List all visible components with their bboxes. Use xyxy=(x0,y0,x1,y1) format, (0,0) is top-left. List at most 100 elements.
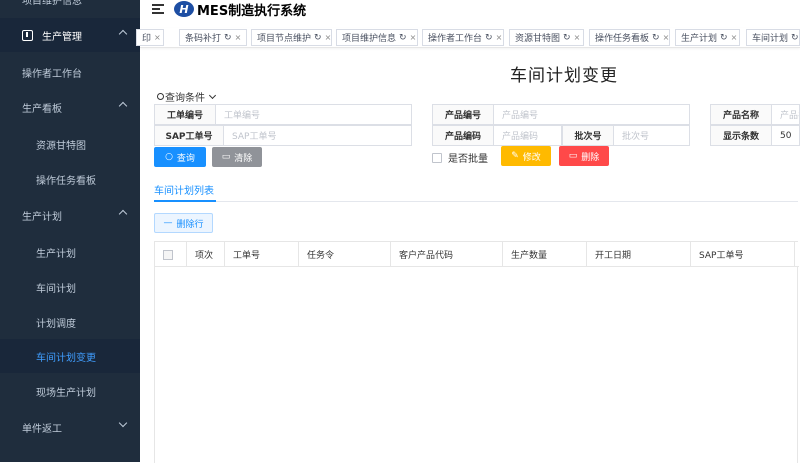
refresh-icon[interactable]: ↻ xyxy=(791,33,799,43)
refresh-icon[interactable]: ↻ xyxy=(563,33,571,43)
select-all-cell xyxy=(155,242,187,267)
tag-production-plan[interactable]: 生产计划 ↻ × xyxy=(675,29,740,46)
page-title: 车间计划变更 xyxy=(510,66,618,86)
order-no-label: 工单编号 xyxy=(154,104,216,125)
sidebar-item-workshop-plan[interactable]: 车间计划 xyxy=(0,270,140,304)
tag-project-info[interactable]: 项目维护信息 ↻ × xyxy=(336,29,418,46)
tags-view: 印 × 条码补打 ↻ × 项目节点维护 ↻ × 项目维护信息 ↻ × 操作者工作… xyxy=(136,28,800,48)
grid-icon xyxy=(22,29,33,41)
chevron-up-icon xyxy=(118,209,128,219)
plan-table: 项次 工单号 任务令 客户产品代码 生产数量 开工日期 SAP工单号 xyxy=(154,241,799,463)
sidebar-item-plan-scheduling[interactable]: 计划调度 xyxy=(0,305,140,339)
checkbox-box[interactable] xyxy=(432,152,442,163)
minus-icon: — xyxy=(163,218,173,228)
column-header[interactable]: 项次 xyxy=(187,242,225,267)
tag-workshop-plan[interactable]: 车间计划 ↻ xyxy=(746,29,800,46)
menu-toggle-icon[interactable] xyxy=(152,4,164,14)
sidebar-item-resource-gantt[interactable]: 资源甘特图 xyxy=(0,127,140,161)
close-icon[interactable]: × xyxy=(663,33,669,42)
product-name-input[interactable]: 产品名称 xyxy=(772,104,800,125)
display-count-label: 显示条数 xyxy=(710,125,772,146)
tag-project-node[interactable]: 项目节点维护 ↻ × xyxy=(251,29,332,46)
refresh-icon[interactable]: ↻ xyxy=(485,33,493,43)
sidebar-item-operator-workbench[interactable]: 操作者工作台 xyxy=(0,55,140,89)
sidebar-item-label: 生产管理 xyxy=(42,31,82,43)
column-header[interactable]: 客户产品代码 xyxy=(391,242,503,267)
product-no-label: 产品编号 xyxy=(432,104,494,125)
sidebar-item-task-board[interactable]: 操作任务看板 xyxy=(0,162,140,196)
sidebar-item-partial[interactable]: 项目维护信息 xyxy=(0,0,140,10)
tab-workshop-plan-list[interactable]: 车间计划列表 xyxy=(154,182,216,202)
clear-button[interactable]: ▭ 清除 xyxy=(212,147,262,167)
query-toggle-label: 查询条件 xyxy=(165,93,205,104)
app-title: MES制造执行系统 xyxy=(197,3,307,19)
column-header[interactable]: 任务令 xyxy=(299,242,391,267)
tag-label: 印 xyxy=(142,34,152,44)
sidebar-item-label: 车间计划变更 xyxy=(36,352,96,364)
tag-partial[interactable]: 印 × xyxy=(136,29,164,46)
sidebar-item-label: 生产计划 xyxy=(22,211,62,223)
tag-barcode-reprint[interactable]: 条码补打 ↻ × xyxy=(179,29,247,46)
table-header: 项次 工单号 任务令 客户产品代码 生产数量 开工日期 SAP工单号 xyxy=(155,242,799,267)
product-no-input[interactable]: 产品编号 xyxy=(494,104,690,125)
sidebar-item-production-management[interactable]: 生产管理 xyxy=(0,18,140,52)
sidebar-item-production-board[interactable]: 生产看板 xyxy=(0,90,140,124)
tag-label: 操作任务看板 xyxy=(595,34,650,44)
close-icon[interactable]: × xyxy=(731,33,738,42)
close-icon[interactable]: × xyxy=(235,33,242,42)
tag-label: 项目维护信息 xyxy=(342,34,397,44)
tag-resource-gantt[interactable]: 资源甘特图 ↻ × xyxy=(509,29,584,46)
product-code-label: 产品编码 xyxy=(432,125,494,146)
select-all-checkbox[interactable] xyxy=(163,249,173,260)
chevron-up-icon xyxy=(118,29,128,39)
refresh-icon[interactable]: ↻ xyxy=(224,33,232,43)
app-logo: H MES制造执行系统 xyxy=(174,0,307,19)
query-button-label: 查询 xyxy=(176,153,195,164)
delete-row-button[interactable]: — 删除行 xyxy=(154,213,213,233)
refresh-icon[interactable]: ↻ xyxy=(720,33,728,43)
tag-label: 操作者工作台 xyxy=(428,34,483,44)
refresh-icon[interactable]: ↻ xyxy=(652,33,660,43)
batch-no-input[interactable]: 批次号 xyxy=(614,125,690,146)
sidebar-item-label: 生产计划 xyxy=(36,248,76,260)
display-count-input[interactable]: 50 xyxy=(772,125,800,146)
tag-label: 资源甘特图 xyxy=(515,34,561,44)
delete-button[interactable]: ▭ 删除 xyxy=(559,146,609,166)
sap-order-input[interactable]: SAP工单号 xyxy=(224,125,412,146)
refresh-icon[interactable]: ↻ xyxy=(399,33,407,43)
tag-operator-workbench[interactable]: 操作者工作台 ↻ × xyxy=(422,29,504,46)
batch-checkbox-label: 是否批量 xyxy=(448,154,488,165)
sidebar-item-label: 操作者工作台 xyxy=(22,68,82,80)
sidebar-item-label: 操作任务看板 xyxy=(36,175,96,187)
search-icon xyxy=(157,93,164,100)
close-icon[interactable]: × xyxy=(496,33,503,42)
tag-label: 车间计划 xyxy=(752,34,789,44)
sidebar-item-production-plan-group[interactable]: 生产计划 xyxy=(0,198,140,232)
query-toggle[interactable]: 查询条件 xyxy=(157,89,217,104)
order-no-input[interactable]: 工单编号 xyxy=(216,104,412,125)
column-header[interactable]: 工单号 xyxy=(225,242,299,267)
sidebar-item-onsite-plan[interactable]: 现场生产计划 xyxy=(0,374,140,408)
close-icon[interactable]: × xyxy=(325,33,331,42)
column-header[interactable]: SAP工单号 xyxy=(691,242,795,267)
trash-icon: ▭ xyxy=(221,152,231,162)
product-code-input[interactable]: 产品编码 xyxy=(494,125,562,146)
clear-button-label: 清除 xyxy=(234,153,253,164)
query-button[interactable]: ○ 查询 xyxy=(154,147,206,167)
sidebar-item-label: 单件返工 xyxy=(22,423,62,435)
refresh-icon[interactable]: ↻ xyxy=(314,33,322,43)
sidebar-item-single-rework[interactable]: 单件返工 xyxy=(0,410,140,444)
edit-button-label: 修改 xyxy=(522,152,541,163)
tag-label: 条码补打 xyxy=(185,34,222,44)
close-icon[interactable]: × xyxy=(154,33,161,42)
column-header[interactable]: 生产数量 xyxy=(503,242,587,267)
sidebar-item-label: 计划调度 xyxy=(36,318,76,330)
batch-checkbox[interactable]: 是否批量 xyxy=(432,150,488,165)
sidebar-item-workshop-plan-change[interactable]: 车间计划变更 xyxy=(0,339,140,373)
tag-task-board[interactable]: 操作任务看板 ↻ × xyxy=(589,29,670,46)
column-header[interactable]: 开工日期 xyxy=(587,242,691,267)
close-icon[interactable]: × xyxy=(574,33,581,42)
edit-button[interactable]: ✎ 修改 xyxy=(501,146,551,166)
sidebar-item-production-plan[interactable]: 生产计划 xyxy=(0,235,140,269)
close-icon[interactable]: × xyxy=(410,33,417,42)
